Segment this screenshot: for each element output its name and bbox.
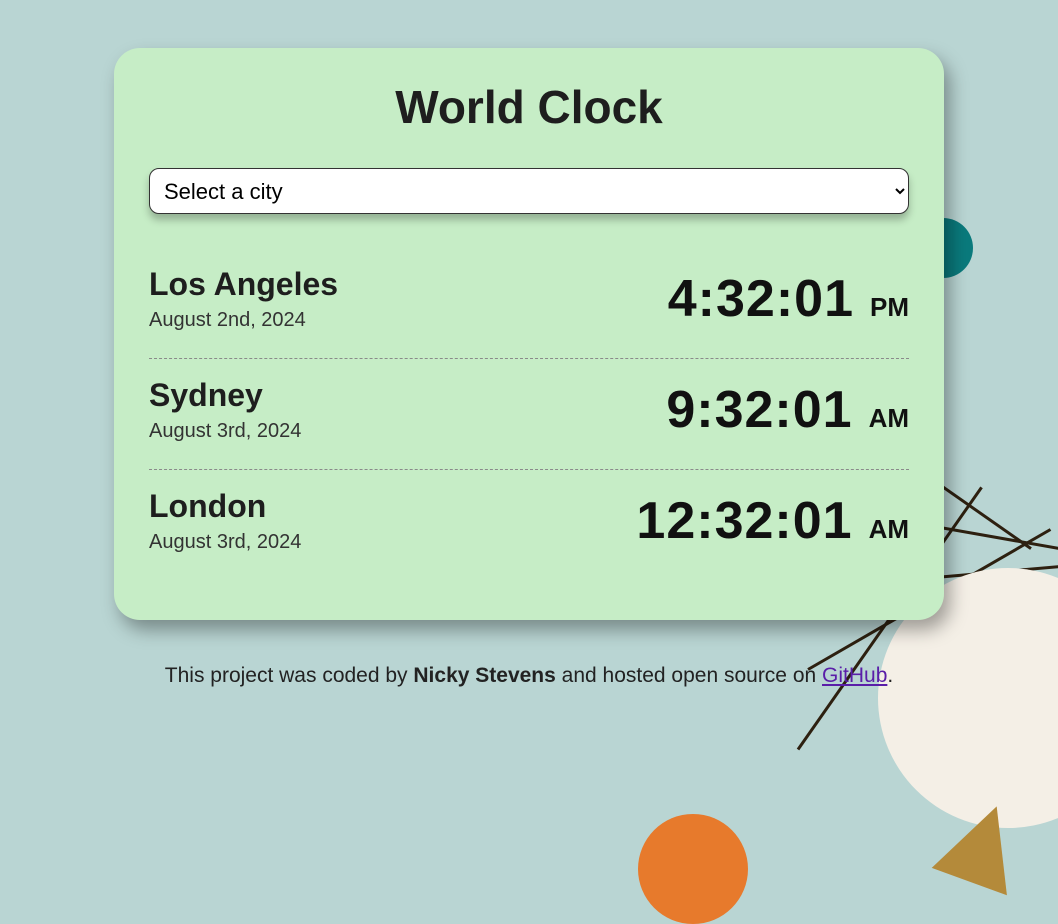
clock-row: London August 3rd, 2024 12:32:01 AM (149, 469, 909, 580)
city-date: August 2nd, 2024 (149, 309, 338, 332)
time-meridiem: AM (869, 514, 909, 545)
time-value: 12:32:01 (636, 491, 852, 551)
clock-row: Los Angeles August 2nd, 2024 4:32:01 PM (149, 248, 909, 358)
time-meridiem: AM (869, 403, 909, 434)
time-value: 4:32:01 (668, 269, 854, 329)
city-select[interactable]: Select a city (149, 168, 909, 214)
time-block: 9:32:01 AM (666, 380, 909, 440)
github-link[interactable]: GitHub (822, 664, 887, 687)
time-block: 4:32:01 PM (668, 269, 909, 329)
time-meridiem: PM (870, 292, 909, 323)
time-value: 9:32:01 (666, 380, 852, 440)
city-block: Sydney August 3rd, 2024 (149, 377, 301, 443)
footer-text-before: This project was coded by (165, 664, 414, 687)
page-title: World Clock (149, 80, 909, 134)
world-clock-card: World Clock Select a city Los Angeles Au… (114, 48, 944, 620)
footer: This project was coded by Nicky Stevens … (0, 664, 1058, 688)
clock-row: Sydney August 3rd, 2024 9:32:01 AM (149, 358, 909, 469)
footer-text-after: . (887, 664, 893, 687)
footer-author: Nicky Stevens (413, 664, 555, 687)
city-name: London (149, 488, 301, 525)
city-block: Los Angeles August 2nd, 2024 (149, 266, 338, 332)
city-block: London August 3rd, 2024 (149, 488, 301, 554)
city-date: August 3rd, 2024 (149, 531, 301, 554)
city-date: August 3rd, 2024 (149, 420, 301, 443)
footer-text-middle: and hosted open source on (556, 664, 822, 687)
city-name: Sydney (149, 377, 301, 414)
city-name: Los Angeles (149, 266, 338, 303)
time-block: 12:32:01 AM (636, 491, 909, 551)
